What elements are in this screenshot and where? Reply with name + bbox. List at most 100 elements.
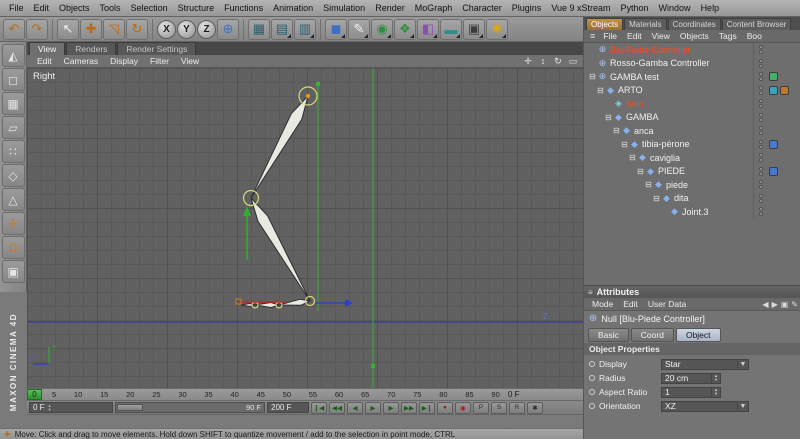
move-tool-button[interactable]: ✚ [80, 18, 102, 40]
tibia-bone[interactable] [250, 197, 311, 302]
menu-animation[interactable]: Animation [268, 2, 318, 14]
orientation-dropdown[interactable]: XZ ▼ [661, 400, 749, 412]
render-visibility-dot[interactable] [758, 104, 763, 109]
make-editable-icon[interactable]: ◭ [1, 44, 25, 67]
live-selection-button[interactable]: ↖ [57, 18, 79, 40]
om-menu-bookmarks[interactable]: Boo [742, 31, 767, 41]
collapse-icon[interactable]: ⊟ [620, 140, 629, 149]
object-label[interactable]: caviglia [648, 153, 753, 163]
menu-edit[interactable]: Edit [29, 2, 55, 14]
lock-workplane-icon[interactable]: ▣ [1, 260, 25, 283]
points-mode-icon[interactable]: ∷ [1, 140, 25, 163]
viewport-menu-view[interactable]: View [175, 56, 205, 66]
editor-visibility-dot[interactable] [758, 180, 763, 185]
ik-tag-icon[interactable] [769, 166, 778, 176]
render-visibility-dot[interactable] [758, 212, 763, 217]
femur-bone[interactable] [250, 95, 309, 199]
object-label[interactable]: PIEDE [656, 166, 753, 176]
render-settings-button[interactable]: ▥ [294, 18, 316, 40]
editor-visibility-dot[interactable] [758, 126, 763, 131]
lock-icon[interactable]: ▣ [781, 300, 789, 309]
menu-tools[interactable]: Tools [95, 2, 126, 14]
toe-bone[interactable] [254, 301, 281, 309]
object-label[interactable]: tibia-pérone [640, 139, 753, 149]
om-menu-edit[interactable]: Edit [622, 31, 647, 41]
aspect-ratio-field[interactable]: 1 ▲ ▼ [661, 386, 721, 398]
menu-window[interactable]: Window [654, 2, 696, 14]
collapse-icon[interactable]: ⊟ [636, 167, 645, 176]
keyframe-circle-icon[interactable] [589, 375, 595, 381]
menu-file[interactable]: File [4, 2, 29, 14]
collapse-icon[interactable]: ⊟ [628, 153, 637, 162]
object-label[interactable]: Joint.3 [680, 207, 753, 217]
tree-row-gamba-test[interactable]: ⊟ ⊕ GAMBA test [584, 70, 800, 84]
object-label[interactable]: piede [664, 180, 753, 190]
key-parameter-toggle[interactable]: ✱ [527, 401, 543, 414]
keyframe-circle-icon[interactable] [589, 389, 595, 395]
tab-render-settings[interactable]: Render Settings [117, 42, 197, 55]
weight-tag-icon[interactable] [769, 85, 778, 95]
key-rotation-toggle[interactable]: R [509, 401, 525, 414]
keyframe-circle-icon[interactable] [589, 361, 595, 367]
render-view-button[interactable]: ▦ [248, 18, 270, 40]
object-label[interactable]: dita [672, 193, 753, 203]
goto-end-button[interactable]: ▶❙ [419, 401, 435, 414]
add-environment-button[interactable]: ▬ [440, 18, 462, 40]
x-axis-lock-button[interactable]: X [157, 19, 176, 39]
am-menu-edit[interactable]: Edit [618, 299, 643, 309]
edges-mode-icon[interactable]: ◇ [1, 164, 25, 187]
tree-row-caviglia[interactable]: ⊟ ◆ caviglia [584, 151, 800, 165]
object-label[interactable]: GAMBA [624, 112, 753, 122]
render-visibility-dot[interactable] [758, 50, 763, 55]
tree-row-tibia-perone[interactable]: ⊟ ◆ tibia-pérone [584, 137, 800, 151]
snap-settings-icon[interactable]: Ω [1, 236, 25, 259]
tab-content-browser[interactable]: Content Browser [721, 18, 792, 30]
menu-plugins[interactable]: Plugins [507, 2, 547, 14]
collapse-icon[interactable]: ⊟ [612, 126, 621, 135]
hamburger-icon[interactable]: ≡ [587, 31, 598, 41]
add-nurbs-button[interactable]: ◉ [371, 18, 393, 40]
z-axis-lock-button[interactable]: Z [197, 19, 216, 39]
add-light-button[interactable]: ✺ [486, 18, 508, 40]
object-label[interactable]: Blu-Piede Controller [608, 45, 753, 55]
editor-visibility-dot[interactable] [758, 207, 763, 212]
camera-zoom-icon[interactable]: ↕ [537, 56, 549, 67]
y-axis-handle[interactable] [243, 206, 251, 260]
max-frame-field[interactable]: 200 F [267, 402, 309, 413]
render-visibility-dot[interactable] [758, 77, 763, 82]
render-visibility-dot[interactable] [758, 185, 763, 190]
menu-selection[interactable]: Selection [126, 2, 173, 14]
viewport-menu-edit[interactable]: Edit [31, 56, 58, 66]
editor-visibility-dot[interactable] [758, 99, 763, 104]
tab-view[interactable]: View [29, 42, 66, 55]
collapse-icon[interactable]: ⊟ [644, 180, 653, 189]
om-menu-objects[interactable]: Objects [675, 31, 714, 41]
editor-visibility-dot[interactable] [758, 85, 763, 90]
frame-spinner[interactable]: ▲ ▼ [48, 403, 52, 412]
texture-mode-icon[interactable]: ▦ [1, 92, 25, 115]
xpresso-tag-icon[interactable] [780, 85, 789, 95]
collapse-icon[interactable]: ⊟ [604, 113, 613, 122]
value-spinner[interactable]: ▲ ▼ [711, 387, 720, 397]
timeline-ruler[interactable]: 0 5 10 15 20 25 30 35 40 45 50 55 60 65 … [27, 388, 583, 401]
display-dropdown[interactable]: Star ▼ [661, 358, 749, 370]
next-frame-button[interactable]: ▶ [383, 401, 399, 414]
tree-row-gamba[interactable]: ⊟ ◆ GAMBA [584, 110, 800, 124]
menu-mograph[interactable]: MoGraph [410, 2, 458, 14]
goto-start-button[interactable]: ❙◀ [311, 401, 327, 414]
editor-visibility-dot[interactable] [758, 45, 763, 50]
history-forward-icon[interactable]: ▶ [772, 300, 778, 309]
y-axis-lock-button[interactable]: Y [177, 19, 196, 39]
tree-row-piede-upper[interactable]: ⊟ ◆ PIEDE [584, 164, 800, 178]
add-camera-button[interactable]: ▣ [463, 18, 485, 40]
menu-objects[interactable]: Objects [54, 2, 95, 14]
toggle-view-icon[interactable]: ▭ [567, 56, 579, 67]
tab-objects[interactable]: Objects [586, 18, 624, 30]
om-menu-view[interactable]: View [647, 31, 675, 41]
tree-row-piede[interactable]: ⊟ ◆ piede [584, 178, 800, 192]
play-button[interactable]: ▶ [365, 401, 381, 414]
render-visibility-dot[interactable] [758, 171, 763, 176]
render-visibility-dot[interactable] [758, 90, 763, 95]
edit-icon[interactable]: ✎ [791, 300, 798, 309]
editor-visibility-dot[interactable] [758, 72, 763, 77]
